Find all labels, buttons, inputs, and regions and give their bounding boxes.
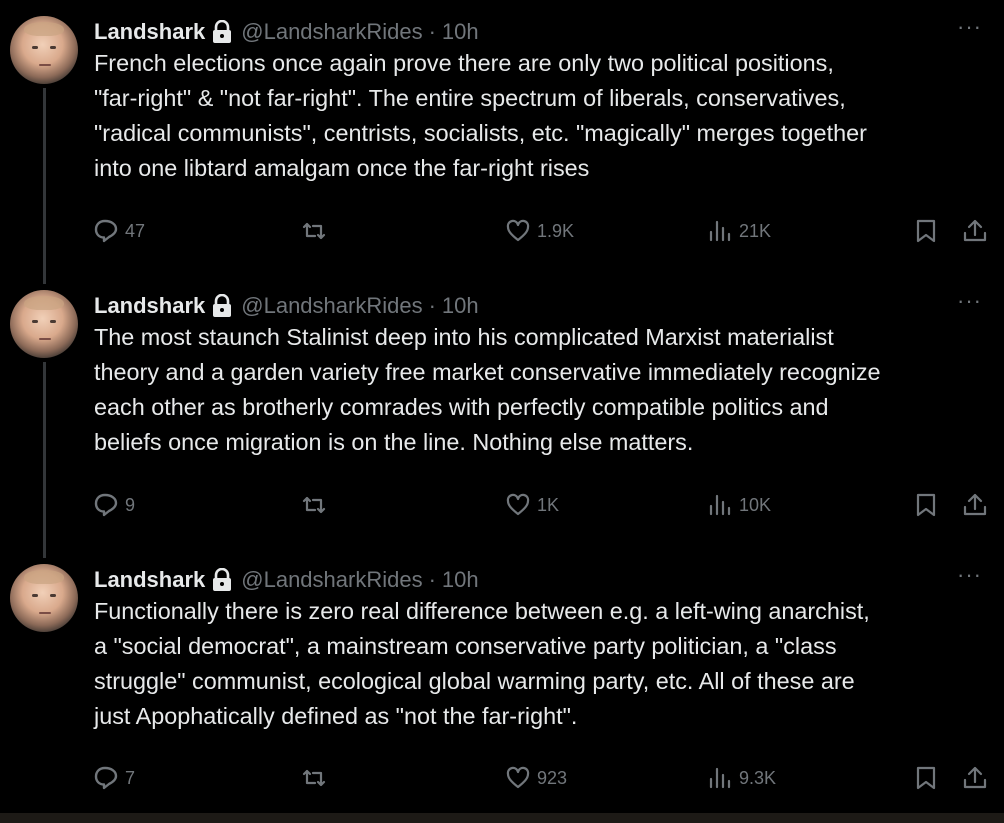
display-name[interactable]: Landshark <box>94 293 205 319</box>
views-icon <box>709 220 731 242</box>
tweet-text: French elections once again prove there … <box>94 50 867 181</box>
reply-button[interactable]: 47 <box>93 218 145 244</box>
bookmark-button[interactable] <box>913 492 939 518</box>
retweet-button[interactable] <box>301 765 327 791</box>
separator-dot: · <box>428 19 436 44</box>
like-icon <box>506 766 530 789</box>
like-button[interactable]: 1K <box>505 492 559 518</box>
tweet-text: The most staunch Stalinist deep into his… <box>94 324 881 455</box>
reply-button[interactable]: 9 <box>93 492 135 518</box>
bookmark-button[interactable] <box>913 765 939 791</box>
action-bar: 9 1K 10K <box>0 492 1004 522</box>
reply-icon <box>94 766 118 790</box>
view-count: 10K <box>739 494 772 515</box>
bottom-edge <box>0 813 1004 823</box>
like-count: 923 <box>537 767 568 788</box>
timestamp[interactable]: 10h <box>442 567 479 593</box>
timestamp[interactable]: 10h <box>442 293 479 319</box>
views-icon <box>709 767 731 789</box>
timestamp[interactable]: 10h <box>442 19 479 45</box>
views-button[interactable]: 21K <box>707 218 771 244</box>
more-icon[interactable]: ··· <box>957 288 982 314</box>
like-icon <box>506 493 530 516</box>
tweet[interactable]: Landshark @LandsharkRides · 10h ··· The … <box>0 288 1004 550</box>
more-icon[interactable]: ··· <box>957 14 982 40</box>
lock-icon <box>213 294 232 317</box>
tweet-text: Functionally there is zero real differen… <box>94 598 870 729</box>
tweet-header: Landshark @LandsharkRides · 10h <box>94 16 479 48</box>
avatar[interactable] <box>10 564 78 632</box>
lock-icon <box>213 20 232 43</box>
avatar[interactable] <box>10 16 78 84</box>
bookmark-icon <box>916 766 936 790</box>
view-count: 21K <box>739 220 772 241</box>
handle[interactable]: @LandsharkRides <box>241 567 422 593</box>
like-count: 1.9K <box>537 220 575 241</box>
tweet[interactable]: Landshark @LandsharkRides · 10h ··· Func… <box>0 562 1004 813</box>
retweet-icon <box>302 496 326 514</box>
bookmark-icon <box>916 219 936 243</box>
share-icon <box>963 766 987 789</box>
reply-count: 9 <box>125 494 136 515</box>
tweet-header: Landshark @LandsharkRides · 10h <box>94 564 479 596</box>
display-name[interactable]: Landshark <box>94 19 205 45</box>
avatar[interactable] <box>10 290 78 358</box>
reply-icon <box>94 219 118 243</box>
share-button[interactable] <box>962 765 988 791</box>
view-count: 9.3K <box>739 767 777 788</box>
retweet-icon <box>302 769 326 787</box>
reply-button[interactable]: 7 <box>93 765 135 791</box>
share-icon <box>963 493 987 516</box>
reply-count: 7 <box>125 767 136 788</box>
share-icon <box>963 219 987 242</box>
like-button[interactable]: 923 <box>505 765 567 791</box>
views-button[interactable]: 10K <box>707 492 771 518</box>
display-name[interactable]: Landshark <box>94 567 205 593</box>
like-button[interactable]: 1.9K <box>505 218 574 244</box>
action-bar: 47 1.9K 21K <box>0 218 1004 248</box>
bookmark-button[interactable] <box>913 218 939 244</box>
like-icon <box>506 219 530 242</box>
more-icon[interactable]: ··· <box>957 562 982 588</box>
lock-icon <box>213 568 232 591</box>
views-icon <box>709 494 731 516</box>
retweet-button[interactable] <box>301 218 327 244</box>
retweet-icon <box>302 222 326 240</box>
share-button[interactable] <box>962 218 988 244</box>
separator-dot: · <box>428 567 436 592</box>
bookmark-icon <box>916 493 936 517</box>
reply-icon <box>94 493 118 517</box>
action-bar: 7 923 9.3K <box>0 765 1004 795</box>
tweet[interactable]: Landshark @LandsharkRides · 10h ··· Fren… <box>0 14 1004 276</box>
handle[interactable]: @LandsharkRides <box>241 19 422 45</box>
reply-count: 47 <box>125 220 146 241</box>
views-button[interactable]: 9.3K <box>707 765 776 791</box>
separator-dot: · <box>428 293 436 318</box>
like-count: 1K <box>537 494 560 515</box>
tweet-header: Landshark @LandsharkRides · 10h <box>94 290 479 322</box>
handle[interactable]: @LandsharkRides <box>241 293 422 319</box>
share-button[interactable] <box>962 492 988 518</box>
retweet-button[interactable] <box>301 492 327 518</box>
